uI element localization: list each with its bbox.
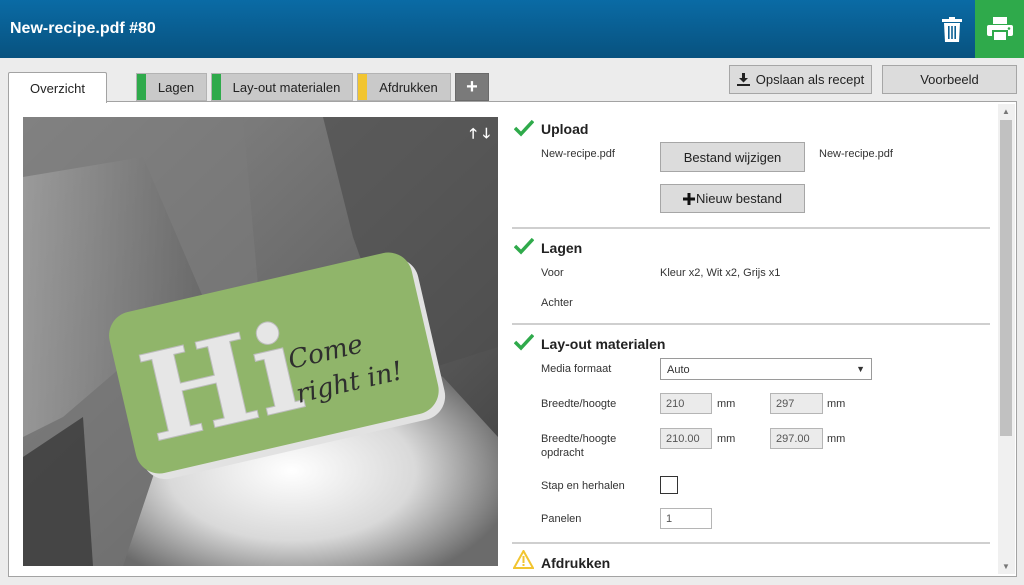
check-icon — [514, 333, 534, 351]
panels-input[interactable]: 1 — [660, 508, 712, 529]
job-width-input[interactable]: 210.00 — [660, 428, 712, 449]
job-height-unit: mm — [827, 433, 846, 445]
height-input[interactable]: 297 — [770, 393, 823, 414]
check-icon — [514, 237, 534, 255]
divider — [512, 542, 990, 544]
job-height-input[interactable]: 297.00 — [770, 428, 823, 449]
chevron-down-icon: ▼ — [856, 364, 865, 374]
tab-afdrukken[interactable]: Afdrukken — [357, 73, 451, 101]
preview-button[interactable]: Voorbeeld — [882, 65, 1017, 94]
achter-label: Achter — [541, 297, 573, 309]
scrollbar-thumb[interactable] — [1000, 120, 1012, 436]
voor-value: Kleur x2, Wit x2, Grijs x1 — [660, 267, 781, 279]
arrow-down-icon[interactable]: 🡓 — [483, 123, 490, 147]
divider — [512, 323, 990, 325]
upload-title: Upload — [541, 121, 589, 137]
width-input[interactable]: 210 — [660, 393, 712, 414]
download-icon — [736, 73, 750, 86]
job-width-unit: mm — [717, 433, 736, 445]
layout-title: Lay-out materialen — [541, 336, 666, 352]
preview-label: Voorbeeld — [920, 72, 979, 87]
add-tab-button[interactable]: + — [455, 73, 489, 101]
media-format-select[interactable]: Auto ▼ — [660, 358, 872, 380]
voor-label: Voor — [541, 267, 564, 279]
panels-label: Panelen — [541, 513, 582, 525]
tab-lagen-label: Lagen — [157, 79, 195, 95]
scroll-down-icon[interactable]: ▼ — [1002, 562, 1010, 571]
tab-layout-materialen[interactable]: Lay-out materialen — [211, 73, 353, 101]
tab-afdrukken-label: Afdrukken — [379, 79, 438, 95]
print-button[interactable] — [975, 0, 1024, 58]
afdrukken-title: Afdrukken — [541, 555, 611, 571]
new-file-label: Nieuw bestand — [696, 191, 782, 206]
form-scrollbar[interactable]: ▲ ▼ — [998, 104, 1015, 574]
printer-icon — [986, 17, 1013, 41]
tab-lagen[interactable]: Lagen — [136, 73, 207, 101]
trash-icon — [941, 16, 962, 42]
job-size-label-1: Breedte/hoogte — [541, 433, 617, 445]
tab-overzicht-label: Overzicht — [30, 80, 85, 96]
media-format-value: Auto — [667, 364, 690, 376]
delete-button[interactable] — [928, 0, 975, 58]
tab-status-stripe — [212, 74, 221, 100]
tab-status-stripe — [137, 74, 146, 100]
divider — [512, 227, 990, 229]
height-unit: mm — [827, 398, 846, 410]
width-unit: mm — [717, 398, 736, 410]
check-icon — [514, 119, 534, 137]
arrow-up-icon[interactable]: 🡑 — [469, 123, 476, 147]
page-title: New-recipe.pdf #80 — [10, 20, 156, 37]
upload-filename: New-recipe.pdf — [541, 148, 615, 160]
app-header: New-recipe.pdf #80 — [0, 0, 1024, 58]
job-size-label-2: opdracht — [541, 447, 584, 459]
tab-layout-label: Lay-out materialen — [232, 79, 341, 95]
lagen-title: Lagen — [541, 240, 583, 256]
plus-icon — [683, 192, 695, 205]
step-repeat-checkbox[interactable] — [660, 476, 678, 494]
settings-form: Upload New-recipe.pdf Bestand wijzigen N… — [512, 102, 996, 574]
change-file-button[interactable]: Bestand wijzigen — [660, 142, 805, 172]
change-file-label: Bestand wijzigen — [683, 149, 782, 165]
tab-overzicht[interactable]: Overzicht — [8, 72, 107, 103]
save-as-recipe-label: Opslaan als recept — [755, 72, 865, 87]
size-label: Breedte/hoogte — [541, 398, 617, 410]
step-repeat-label: Stap en herhalen — [541, 480, 625, 492]
plus-icon: + — [466, 75, 478, 98]
tab-status-stripe — [358, 74, 367, 100]
warning-icon — [513, 550, 534, 569]
preview-render: Hi Come right in! — [23, 117, 498, 566]
media-format-label: Media formaat — [541, 363, 612, 375]
preview-image: Hi Come right in! 🡑 🡓 — [23, 117, 498, 566]
save-as-recipe-button[interactable]: Opslaan als recept — [729, 65, 872, 94]
current-file-name: New-recipe.pdf — [819, 148, 893, 160]
reorder-arrows[interactable]: 🡑 🡓 — [469, 123, 490, 147]
new-file-button[interactable]: Nieuw bestand — [660, 184, 805, 213]
scroll-up-icon[interactable]: ▲ — [1002, 107, 1010, 116]
